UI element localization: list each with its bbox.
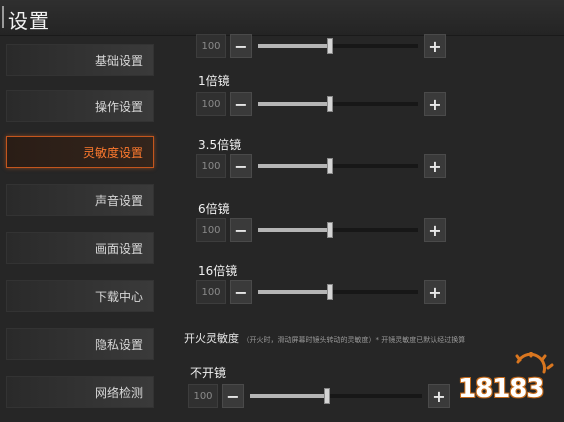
plus-button[interactable]: +	[424, 154, 446, 178]
slider-row-3-5x: 100 − +	[196, 154, 448, 178]
scope-label-3-5x: 3.5倍镜	[198, 138, 242, 152]
plus-button[interactable]: +	[424, 92, 446, 116]
slider-thumb[interactable]	[327, 222, 333, 238]
minus-button[interactable]: −	[230, 154, 252, 178]
title-edge	[2, 6, 4, 28]
slider-track[interactable]	[258, 158, 418, 174]
plus-button[interactable]: +	[424, 34, 446, 58]
slider-fill	[250, 394, 328, 398]
slider-fill	[258, 164, 330, 168]
fire-sensitivity-note: （开火时，滑动屏幕时镜头转动的灵敏度）* 开镜灵敏度已默认经过换算	[242, 336, 466, 344]
sidebar-item-sensitivity[interactable]: 灵敏度设置	[6, 136, 154, 168]
slider-track[interactable]	[258, 222, 418, 238]
slider-thumb[interactable]	[327, 38, 333, 54]
slider-track[interactable]	[258, 284, 418, 300]
slider-row-1x: 100 − +	[196, 92, 448, 116]
minus-button[interactable]: −	[230, 92, 252, 116]
minus-button[interactable]: −	[230, 218, 252, 242]
value-box: 100	[196, 34, 226, 58]
plus-button[interactable]: +	[428, 384, 450, 408]
value-box: 100	[196, 92, 226, 116]
sidebar: 基础设置 操作设置 灵敏度设置 声音设置 画面设置 下载中心 隐私设置 网络检测	[0, 36, 170, 422]
minus-button[interactable]: −	[222, 384, 244, 408]
watermark-text: 18183	[458, 374, 544, 404]
minus-button[interactable]: −	[230, 280, 252, 304]
slider-row-6x: 100 − +	[196, 218, 448, 242]
sidebar-item-label: 隐私设置	[94, 337, 143, 352]
sidebar-item-label: 操作设置	[94, 99, 143, 114]
value-box: 100	[196, 218, 226, 242]
slider-row-16x: 100 − +	[196, 280, 448, 304]
slider-fill	[258, 290, 330, 294]
sidebar-item-label: 灵敏度设置	[82, 145, 143, 160]
scope-label-no-scope: 不开镜	[190, 366, 227, 380]
plus-button[interactable]: +	[424, 280, 446, 304]
sidebar-item-label: 声音设置	[94, 193, 143, 208]
sidebar-item-basic[interactable]: 基础设置	[6, 44, 154, 76]
sidebar-item-label: 网络检测	[94, 385, 143, 400]
slider-fill	[258, 228, 330, 232]
slider-track[interactable]	[258, 96, 418, 112]
slider-thumb[interactable]	[324, 388, 331, 404]
slider-row-no-scope: 100 − +	[188, 384, 450, 408]
slider-thumb[interactable]	[327, 284, 333, 300]
sidebar-item-label: 基础设置	[94, 53, 143, 68]
slider-track[interactable]	[250, 388, 422, 404]
sidebar-item-label: 下载中心	[94, 289, 143, 304]
title-bar: 设置	[0, 0, 564, 36]
value-box: 100	[196, 154, 226, 178]
slider-track[interactable]	[258, 38, 418, 54]
fire-sensitivity-title: 开火灵敏度	[184, 332, 239, 345]
scope-label-16x: 16倍镜	[198, 264, 238, 278]
scope-label-6x: 6倍镜	[198, 202, 230, 216]
scope-label-1x: 1倍镜	[198, 74, 230, 88]
slider-fill	[258, 102, 330, 106]
sidebar-item-network[interactable]: 网络检测	[6, 376, 154, 408]
watermark-logo: 18183	[452, 350, 562, 418]
sidebar-item-privacy[interactable]: 隐私设置	[6, 328, 154, 360]
sidebar-item-label: 画面设置	[94, 241, 143, 256]
plus-button[interactable]: +	[424, 218, 446, 242]
slider-fill	[258, 44, 330, 48]
sidebar-item-downloads[interactable]: 下载中心	[6, 280, 154, 312]
window-title: 设置	[8, 9, 50, 33]
slider-thumb[interactable]	[327, 96, 333, 112]
minus-button[interactable]: −	[230, 34, 252, 58]
sidebar-item-controls[interactable]: 操作设置	[6, 90, 154, 122]
fire-sensitivity-header: 开火灵敏度 （开火时，滑动屏幕时镜头转动的灵敏度）* 开镜灵敏度已默认经过换算	[184, 330, 465, 346]
value-box: 100	[188, 384, 218, 408]
sidebar-item-sound[interactable]: 声音设置	[6, 184, 154, 216]
value-box: 100	[196, 280, 226, 304]
sidebar-item-graphics[interactable]: 画面设置	[6, 232, 154, 264]
slider-row-top-partial: 100 − +	[196, 34, 448, 58]
slider-thumb[interactable]	[327, 158, 333, 174]
